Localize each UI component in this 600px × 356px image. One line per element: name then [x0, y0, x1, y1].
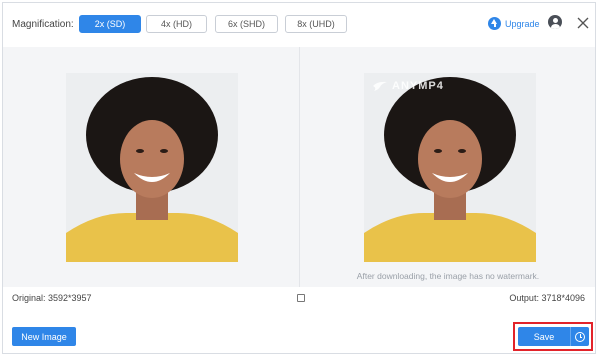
- preview-area: ANYMP4 After downloading, the image has …: [3, 47, 595, 287]
- watermark-bird-icon: [373, 81, 387, 91]
- original-image: [66, 73, 238, 262]
- magnification-2x-button[interactable]: 2x (SD): [79, 15, 141, 33]
- clock-icon: [575, 331, 585, 342]
- preview-divider: [299, 47, 300, 287]
- watermark-note: After downloading, the image has no wate…: [356, 271, 540, 281]
- footer-bar: New Image Save: [3, 309, 595, 355]
- magnification-label: Magnification:: [12, 19, 74, 30]
- user-icon[interactable]: [548, 15, 562, 29]
- new-image-button[interactable]: New Image: [12, 327, 76, 346]
- output-size: Output: 3718*4096: [509, 293, 585, 303]
- upgrade-label: Upgrade: [505, 18, 540, 29]
- watermark: ANYMP4: [372, 80, 444, 92]
- watermark-text: ANYMP4: [392, 80, 444, 92]
- magnification-8x-button[interactable]: 8x (UHD): [285, 15, 347, 33]
- magnification-6x-button[interactable]: 6x (SHD): [215, 15, 278, 33]
- close-icon[interactable]: [577, 17, 589, 29]
- save-button[interactable]: Save: [518, 327, 570, 346]
- output-image: [364, 73, 536, 262]
- original-size: Original: 3592*3957: [12, 293, 92, 303]
- arrow-up-circle-icon: [488, 17, 501, 30]
- info-bar: Original: 3592*3957 Output: 3718*4096: [3, 287, 595, 309]
- magnification-4x-button[interactable]: 4x (HD): [146, 15, 207, 33]
- top-bar: Magnification: 2x (SD) 4x (HD) 6x (SHD) …: [3, 3, 595, 47]
- schedule-button[interactable]: [571, 327, 589, 346]
- upscale-dialog: Magnification: 2x (SD) 4x (HD) 6x (SHD) …: [2, 2, 596, 354]
- compare-icon[interactable]: [297, 294, 305, 302]
- upgrade-link[interactable]: Upgrade: [488, 17, 540, 30]
